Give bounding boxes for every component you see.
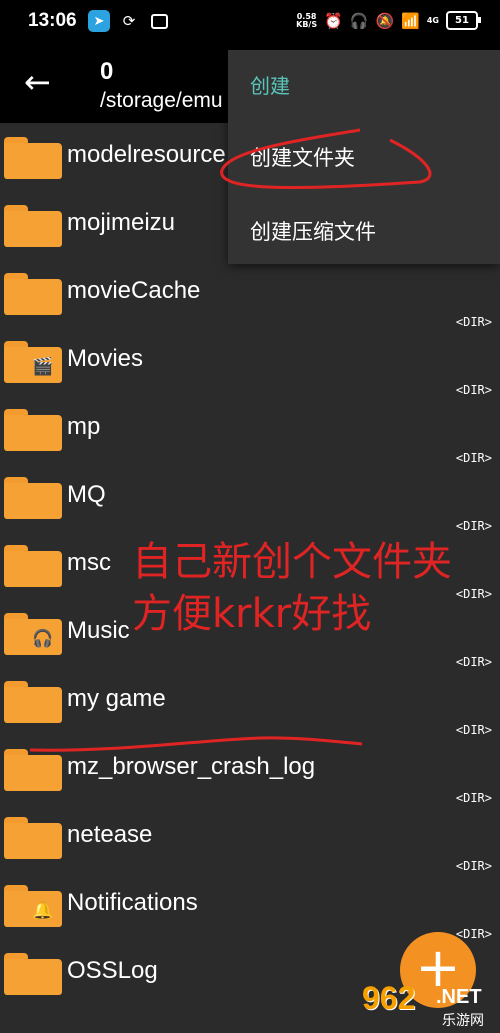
folder-music-icon: 🎧 — [4, 613, 62, 655]
telegram-icon: ➤ — [88, 10, 110, 32]
battery-icon: 51 — [446, 11, 481, 30]
menu-header: 创建 — [250, 74, 290, 98]
arrow-left-icon[interactable]: ← — [24, 66, 51, 98]
file-name: mp — [67, 413, 101, 440]
folder-icon — [4, 137, 62, 179]
folder-icon — [4, 817, 62, 859]
file-name: modelresource — [67, 141, 226, 168]
file-name: mz_browser_crash_log — [67, 753, 316, 780]
file-name: mojimeizu — [67, 209, 176, 236]
mute-icon: 🔕 — [375, 11, 395, 30]
create-folder-item[interactable]: 创建文件夹 — [250, 142, 355, 172]
folder-movies-icon: 🎬 — [4, 341, 62, 383]
folder-notifications-icon: 🔔 — [4, 885, 62, 927]
folder-icon — [4, 409, 62, 451]
file-name: MQ — [67, 481, 106, 508]
network-speed: 0.58 KB/S — [296, 11, 318, 29]
file-name: Music — [67, 617, 130, 644]
create-menu: 创建 创建文件夹 创建压缩文件 — [228, 50, 500, 264]
page-title: 0 — [100, 58, 114, 85]
file-row[interactable]: mp <DIR> — [0, 395, 500, 465]
folder-icon — [4, 273, 62, 315]
file-row[interactable]: MQ <DIR> — [0, 463, 500, 533]
status-time: 13:06 — [28, 10, 77, 31]
annotation-line-2: 方便krkr好找 — [132, 591, 372, 637]
file-row[interactable]: 🎬 Movies <DIR> — [0, 327, 500, 397]
file-name: my game — [67, 685, 166, 712]
file-name: netease — [67, 821, 153, 848]
folder-icon — [4, 545, 62, 587]
file-name: msc — [67, 549, 111, 576]
file-name: Notifications — [67, 889, 198, 916]
folder-icon — [4, 477, 62, 519]
folder-icon — [4, 205, 62, 247]
alarm-icon: ⏰ — [324, 11, 343, 30]
folder-icon — [4, 749, 62, 791]
watermark-logo: 962 .NET 乐游网 — [362, 980, 484, 1029]
file-name: OSSLog — [67, 957, 158, 984]
file-row[interactable]: netease <DIR> — [0, 803, 500, 873]
network-type: 4G — [426, 16, 439, 25]
file-row[interactable]: 🔔 Notifications <DIR> — [0, 871, 500, 941]
file-name: movieCache — [67, 277, 201, 304]
file-name: Movies — [67, 345, 144, 372]
current-path: /storage/emu — [100, 89, 223, 112]
folder-icon — [4, 681, 62, 723]
file-row[interactable]: mz_browser_crash_log <DIR> — [0, 735, 500, 805]
create-archive-item[interactable]: 创建压缩文件 — [250, 216, 376, 246]
image-icon — [148, 10, 170, 32]
file-row[interactable]: my game <DIR> — [0, 667, 500, 737]
status-bar: 13:06 ➤ ⟳ 0.58 KB/S ⏰ 🎧 🔕 📶 4G 51 — [0, 0, 500, 44]
wifi-icon: 📶 — [401, 11, 420, 30]
headphones-icon: 🎧 — [349, 11, 369, 30]
annotation-text: 自己新创个文件夹 方便krkr好找 — [132, 536, 452, 640]
folder-icon — [4, 953, 62, 995]
file-row[interactable]: movieCache <DIR> — [0, 259, 500, 329]
sync-icon: ⟳ — [122, 12, 136, 30]
annotation-line-1: 自己新创个文件夹 — [132, 539, 452, 585]
